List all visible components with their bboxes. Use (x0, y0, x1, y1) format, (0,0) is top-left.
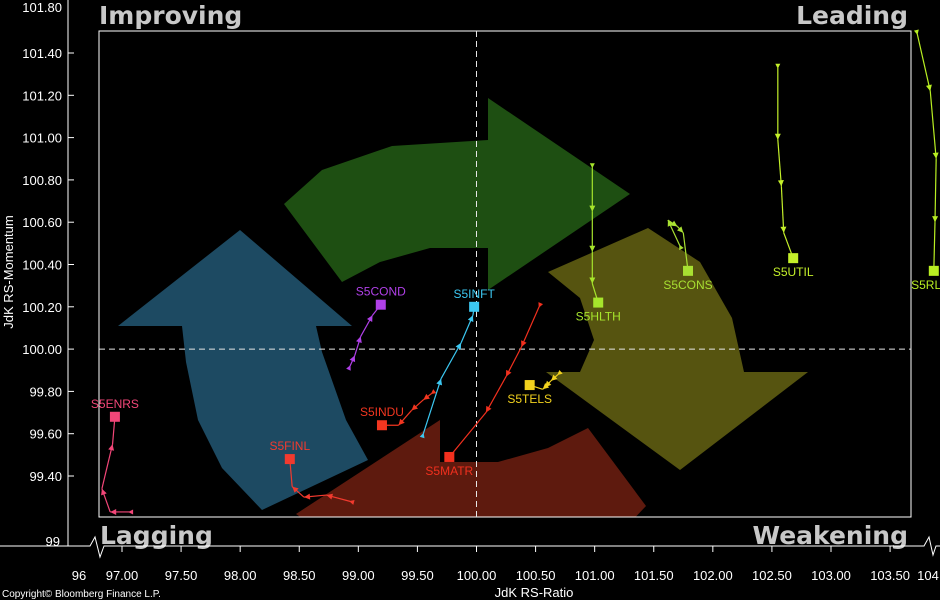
x-tick-label: 98.50 (283, 568, 316, 583)
y-tick-label: 99.60 (29, 427, 62, 442)
tail-segment (485, 376, 507, 413)
x-tick-label: 102.50 (752, 568, 792, 583)
tail-start-arrow (775, 63, 781, 69)
x-tick-label: 102.00 (693, 568, 733, 583)
current-position-marker (469, 301, 480, 312)
sector-label: S5MATR (425, 464, 473, 478)
tail-segment (934, 158, 937, 223)
x-tick-label: 99.00 (342, 568, 375, 583)
y-axis-top-label: 101.80 (22, 0, 62, 15)
current-position-marker (109, 411, 120, 422)
tail-point-arrow (777, 180, 784, 187)
tail-s5rlst: S5RLST (911, 29, 940, 292)
improving-arrow-shape (118, 230, 368, 510)
y-tick-label: 100.60 (22, 215, 62, 230)
tail-s5indu: S5INDU (360, 389, 437, 431)
y-tick-label: 101.20 (22, 88, 62, 103)
tail-point-arrow (108, 444, 115, 451)
x-tick-label: 103.00 (811, 568, 851, 583)
y-axis-title: JdK RS-Momentum (1, 215, 16, 328)
current-position-marker (788, 253, 799, 264)
sector-label: S5INDU (360, 405, 404, 419)
tail-segment (777, 139, 782, 187)
sector-label: S5TELS (507, 392, 552, 406)
relative-rotation-graph: Improving Leading Lagging Weakening 99.4… (0, 0, 940, 600)
copyright-text: Copyright© Bloomberg Finance L.P. (2, 589, 161, 600)
tail-segment (916, 33, 931, 92)
y-tick-label: 99.40 (29, 469, 62, 484)
sector-label: S5FINL (269, 439, 310, 453)
tail-start-arrow (913, 29, 919, 35)
current-position-marker (683, 265, 694, 276)
current-position-marker (593, 297, 604, 308)
x-tick-label: 101.00 (575, 568, 615, 583)
quadrant-label-leading: Leading (796, 1, 908, 30)
current-position-marker (375, 299, 386, 310)
tail-s5util: S5UTIL (773, 63, 814, 279)
tail-segment (448, 412, 487, 458)
y-tick-label: 101.40 (22, 46, 62, 61)
x-tick-label: 98.00 (224, 568, 257, 583)
sector-label: S5CONS (663, 278, 712, 292)
current-position-marker (284, 454, 295, 465)
tail-segment (780, 186, 785, 233)
tail-point-arrow (589, 245, 596, 252)
tail-s5cond: S5COND (346, 285, 406, 371)
sector-label: S5COND (356, 285, 406, 299)
y-tick-label: 100.80 (22, 173, 62, 188)
current-position-marker (928, 265, 939, 276)
tail-segment (440, 342, 462, 380)
y-tick-label: 100.20 (22, 300, 62, 315)
x-tick-label: 100.50 (516, 568, 556, 583)
current-position-marker (444, 451, 455, 462)
quadrant-label-improving: Improving (99, 1, 242, 30)
tail-point-arrow (774, 133, 781, 140)
tail-point-arrow (110, 508, 117, 515)
x-axis-title: JdK RS-Ratio (495, 585, 574, 600)
sector-label: S5ENRS (91, 397, 139, 411)
tail-segment (101, 444, 114, 489)
tail-segment (929, 91, 937, 159)
tail-point-arrow (780, 226, 787, 233)
x-tick-label: 99.50 (401, 568, 434, 583)
y-axis-bottom-label: 99 (46, 534, 60, 549)
tail-start-arrow (430, 389, 437, 395)
tail-start-arrow (538, 302, 544, 308)
x-axis-left-label: 96 (72, 568, 86, 583)
tail-point-arrow (303, 493, 311, 500)
y-tick-label: 99.80 (29, 384, 62, 399)
x-axis-ticks: 97.00 97.50 98.00 98.50 99.00 99.50 100.00 100.… (106, 546, 910, 583)
sector-label: S5INFT (453, 287, 495, 301)
tail-start-arrow (679, 244, 684, 251)
y-tick-label: 101.00 (22, 131, 62, 146)
tail-s5enrs: S5ENRS (91, 397, 139, 515)
y-axis-ticks: 99.40 99.60 99.80 100.00 100.20 100.40 100.60 1… (22, 46, 74, 484)
sector-label: S5HLTH (576, 310, 621, 324)
tail-point-arrow (423, 393, 430, 400)
tail-segment (933, 222, 936, 271)
sector-label: S5RLST (911, 278, 940, 292)
rrg-chart: Improving Leading Lagging Weakening 99.4… (0, 0, 940, 600)
tail-point-arrow (926, 84, 932, 92)
sector-label: S5UTIL (773, 265, 814, 279)
tail-start-arrow (346, 365, 351, 371)
tail-segment (520, 306, 540, 348)
x-tick-label: 103.50 (870, 568, 910, 583)
x-tick-label: 100.00 (457, 568, 497, 583)
tail-point-arrow (932, 152, 939, 159)
x-tick-label: 101.50 (634, 568, 674, 583)
current-position-marker (376, 420, 387, 431)
x-tick-label: 97.50 (165, 568, 198, 583)
y-tick-label: 100.40 (22, 258, 62, 273)
current-position-marker (524, 380, 535, 391)
x-axis-right-label: 104 (917, 568, 939, 583)
tail-point-arrow (932, 216, 939, 223)
tail-start-arrow (128, 509, 134, 515)
y-tick-label: 100.00 (22, 342, 62, 357)
x-tick-label: 97.00 (106, 568, 139, 583)
